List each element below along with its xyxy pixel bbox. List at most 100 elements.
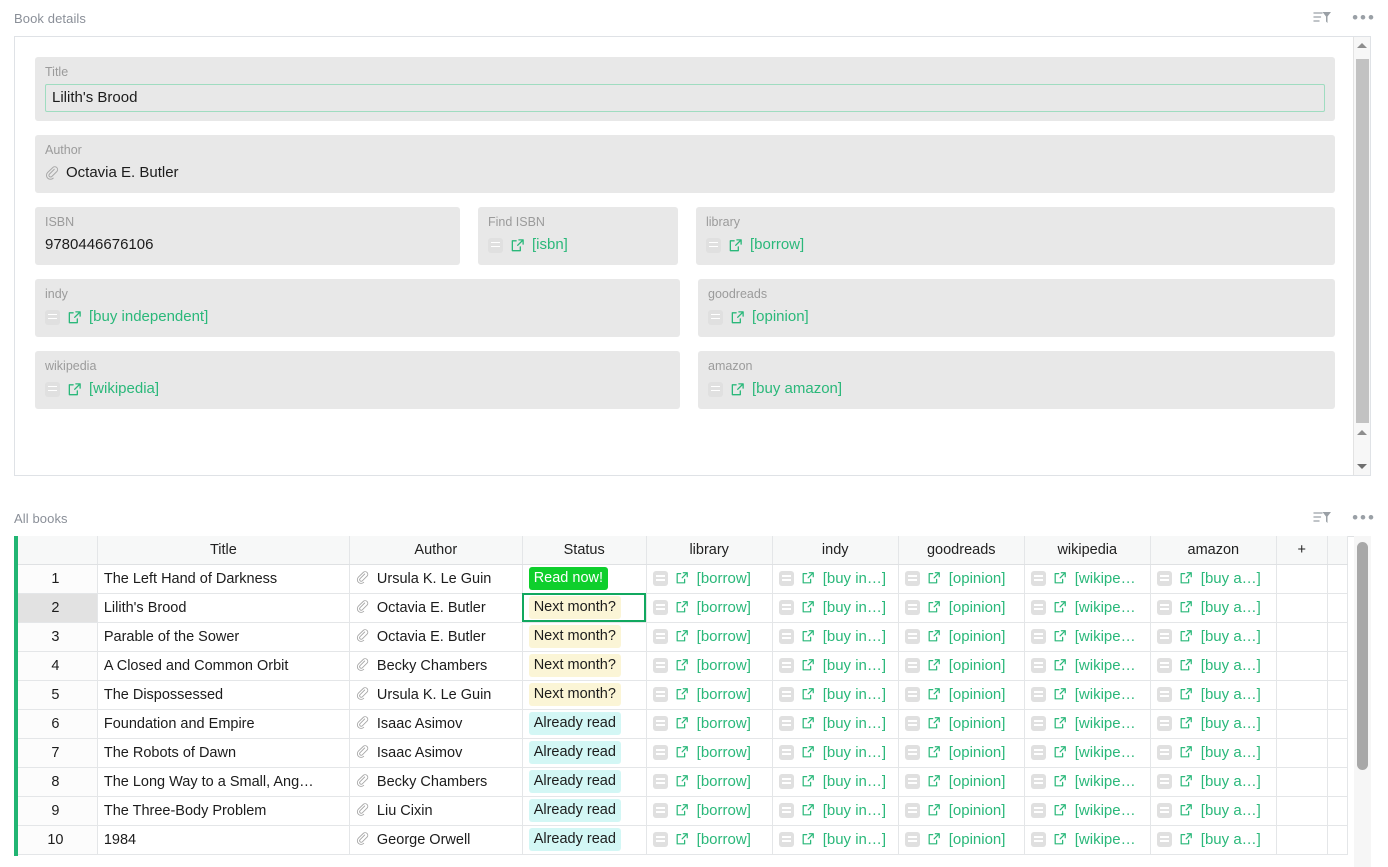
- cell-add-column[interactable]: [1276, 796, 1327, 825]
- cell-wikipedia[interactable]: [wikipedia]: [1024, 738, 1150, 767]
- list-button-icon[interactable]: [905, 774, 920, 789]
- list-button-icon[interactable]: [779, 629, 794, 644]
- row-number[interactable]: 3: [14, 622, 97, 651]
- list-button-icon[interactable]: [1157, 745, 1172, 760]
- goodreads-link-widget[interactable]: [opinion]: [905, 598, 1018, 618]
- cell-library[interactable]: [borrow]: [646, 651, 772, 680]
- cell-status[interactable]: Already read: [522, 709, 646, 738]
- cell-add-column[interactable]: [1276, 593, 1327, 622]
- list-button-icon[interactable]: [653, 774, 668, 789]
- cell-amazon[interactable]: [buy a…]: [1150, 767, 1276, 796]
- cell-title[interactable]: Foundation and Empire: [97, 709, 349, 738]
- cell-author[interactable]: Ursula K. Le Guin: [349, 564, 522, 593]
- cell-indy[interactable]: [buy in…]: [772, 796, 898, 825]
- cell-goodreads[interactable]: [opinion]: [898, 709, 1024, 738]
- wikipedia-link-text[interactable]: [wikipedia]: [1075, 569, 1144, 589]
- indy-link-widget[interactable]: [buy in…]: [779, 656, 892, 676]
- wikipedia-link-widget[interactable]: [wikipedia]: [1031, 743, 1144, 763]
- cell-title[interactable]: A Closed and Common Orbit: [97, 651, 349, 680]
- indy-link-widget[interactable]: [buy in…]: [779, 714, 892, 734]
- goodreads-link-text[interactable]: [opinion]: [949, 656, 1006, 676]
- col-header-rownum[interactable]: [14, 536, 97, 564]
- wikipedia-link-widget[interactable]: [wikipedia]: [1031, 714, 1144, 734]
- cell-library[interactable]: [borrow]: [646, 796, 772, 825]
- amazon-link-widget[interactable]: [buy a…]: [1157, 743, 1270, 763]
- cell-wikipedia[interactable]: [wikipedia]: [1024, 825, 1150, 854]
- col-header-amazon[interactable]: amazon: [1150, 536, 1276, 564]
- library-link-text[interactable]: [borrow]: [697, 685, 751, 705]
- goodreads-link-text[interactable]: [opinion]: [949, 598, 1006, 618]
- col-header-goodreads[interactable]: goodreads: [898, 536, 1024, 564]
- indy-link-widget[interactable]: [buy in…]: [779, 569, 892, 589]
- cell-library[interactable]: [borrow]: [646, 564, 772, 593]
- cell-indy[interactable]: [buy in…]: [772, 825, 898, 854]
- col-header-title[interactable]: Title: [97, 536, 349, 564]
- list-button-icon[interactable]: [1157, 832, 1172, 847]
- row-number[interactable]: 8: [14, 767, 97, 796]
- wikipedia-link-text[interactable]: [wikipedia]: [1075, 714, 1144, 734]
- list-button-icon[interactable]: [905, 745, 920, 760]
- table-row[interactable]: 101984George OrwellAlready read[borrow][…: [14, 825, 1348, 854]
- amazon-link-widget[interactable]: [buy a…]: [1157, 830, 1270, 850]
- library-link-widget[interactable]: [borrow]: [706, 235, 804, 255]
- list-button-icon[interactable]: [1031, 658, 1046, 673]
- row-number[interactable]: 7: [14, 738, 97, 767]
- cell-indy[interactable]: [buy in…]: [772, 564, 898, 593]
- indy-link-widget[interactable]: [buy in…]: [779, 685, 892, 705]
- list-button-icon[interactable]: [1031, 571, 1046, 586]
- table-row[interactable]: 1The Left Hand of DarknessUrsula K. Le G…: [14, 564, 1348, 593]
- cell-status[interactable]: Already read: [522, 796, 646, 825]
- goodreads-link-text[interactable]: [opinion]: [949, 627, 1006, 647]
- cell-goodreads[interactable]: [opinion]: [898, 680, 1024, 709]
- row-number[interactable]: 1: [14, 564, 97, 593]
- list-button-icon[interactable]: [1157, 658, 1172, 673]
- list-button-icon[interactable]: [1157, 803, 1172, 818]
- cell-add-column[interactable]: [1276, 680, 1327, 709]
- indy-link-widget[interactable]: [buy in…]: [779, 743, 892, 763]
- cell-status[interactable]: Next month?: [522, 593, 646, 622]
- cell-author[interactable]: Becky Chambers: [349, 767, 522, 796]
- list-button-icon[interactable]: [779, 832, 794, 847]
- cell-author[interactable]: Octavia E. Butler: [349, 622, 522, 651]
- cell-wikipedia[interactable]: [wikipedia]: [1024, 593, 1150, 622]
- cell-amazon[interactable]: [buy a…]: [1150, 680, 1276, 709]
- library-link-widget[interactable]: [borrow]: [653, 714, 766, 734]
- list-button-icon[interactable]: [1157, 571, 1172, 586]
- library-link-widget[interactable]: [borrow]: [653, 830, 766, 850]
- library-link-text[interactable]: [borrow]: [697, 569, 751, 589]
- cell-title[interactable]: Lilith's Brood: [97, 593, 349, 622]
- indy-link-widget[interactable]: [buy independent]: [45, 307, 208, 327]
- list-button-icon[interactable]: [45, 382, 60, 397]
- list-button-icon[interactable]: [1157, 687, 1172, 702]
- amazon-link-text[interactable]: [buy a…]: [1201, 569, 1261, 589]
- goodreads-link-widget[interactable]: [opinion]: [708, 307, 809, 327]
- wikipedia-link-widget[interactable]: [wikipedia]: [1031, 801, 1144, 821]
- library-link-widget[interactable]: [borrow]: [653, 598, 766, 618]
- indy-link-widget[interactable]: [buy in…]: [779, 801, 892, 821]
- goodreads-link-widget[interactable]: [opinion]: [905, 656, 1018, 676]
- row-number[interactable]: 6: [14, 709, 97, 738]
- goodreads-link-text[interactable]: [opinion]: [949, 685, 1006, 705]
- cell-library[interactable]: [borrow]: [646, 825, 772, 854]
- list-button-icon[interactable]: [779, 687, 794, 702]
- indy-link-text[interactable]: [buy in…]: [823, 801, 886, 821]
- col-header-indy[interactable]: indy: [772, 536, 898, 564]
- list-button-icon[interactable]: [1157, 716, 1172, 731]
- cell-add-column[interactable]: [1276, 738, 1327, 767]
- library-link-widget[interactable]: [borrow]: [653, 656, 766, 676]
- list-button-icon[interactable]: [1157, 600, 1172, 615]
- cell-indy[interactable]: [buy in…]: [772, 709, 898, 738]
- wikipedia-link-widget[interactable]: [wikipedia]: [45, 379, 159, 399]
- amazon-link-widget[interactable]: [buy a…]: [1157, 569, 1270, 589]
- cell-goodreads[interactable]: [opinion]: [898, 651, 1024, 680]
- list-button-icon[interactable]: [779, 658, 794, 673]
- goodreads-link-widget[interactable]: [opinion]: [905, 569, 1018, 589]
- wikipedia-link-text[interactable]: [wikipedia]: [1075, 801, 1144, 821]
- list-button-icon[interactable]: [488, 238, 503, 253]
- amazon-link-widget[interactable]: [buy a…]: [1157, 627, 1270, 647]
- list-button-icon[interactable]: [905, 716, 920, 731]
- cell-goodreads[interactable]: [opinion]: [898, 767, 1024, 796]
- indy-link-text[interactable]: [buy independent]: [89, 307, 208, 327]
- cell-title[interactable]: The Robots of Dawn: [97, 738, 349, 767]
- find-isbn-link-text[interactable]: [isbn]: [532, 235, 568, 255]
